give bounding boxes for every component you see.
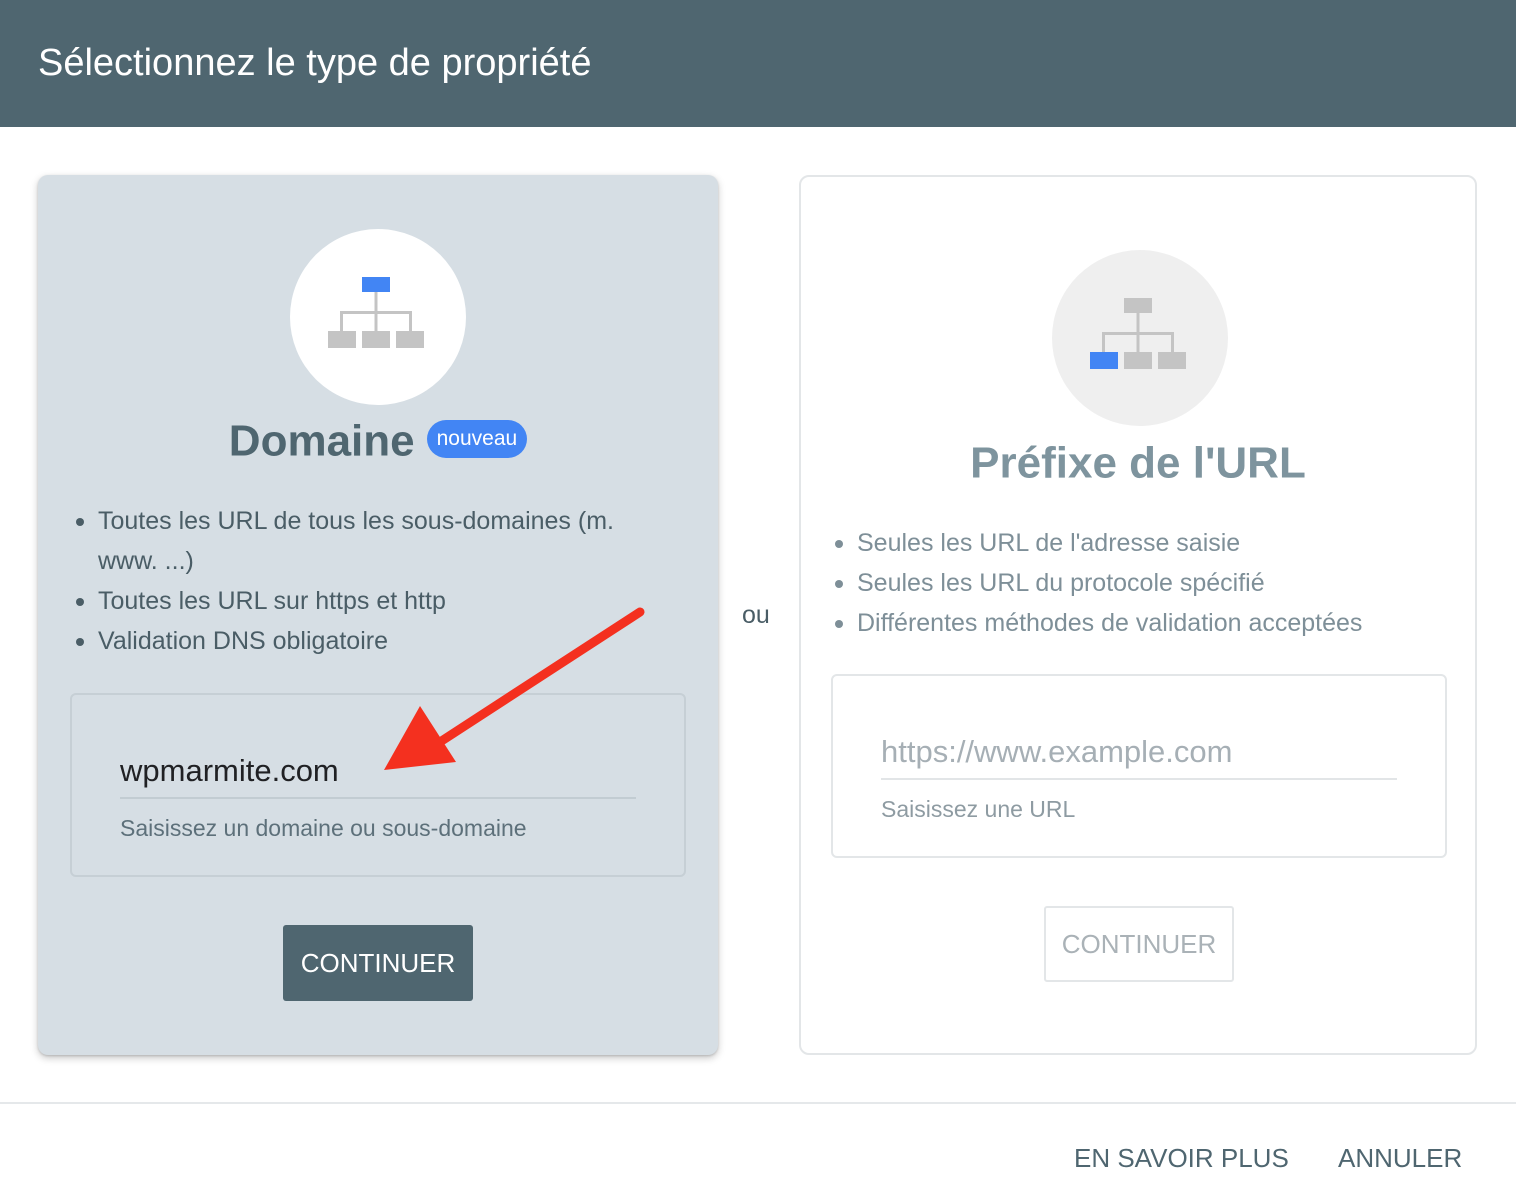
list-item: Validation DNS obligatoire bbox=[74, 621, 674, 661]
dialog-header: Sélectionnez le type de propriété bbox=[0, 0, 1516, 127]
or-separator: ou bbox=[742, 601, 770, 629]
list-item: Toutes les URL de tous les sous-domaines… bbox=[74, 501, 674, 581]
domain-input[interactable]: wpmarmite.com bbox=[120, 749, 636, 799]
learn-more-button[interactable]: EN SAVOIR PLUS bbox=[1074, 1138, 1289, 1178]
domain-icon-circle bbox=[290, 229, 466, 405]
sitemap-icon bbox=[1090, 298, 1186, 369]
domain-title-text: Domaine bbox=[228, 416, 415, 466]
domain-input-box: wpmarmite.com Saisissez un domaine ou so… bbox=[70, 693, 686, 877]
sitemap-icon bbox=[328, 277, 424, 348]
url-input-box: https://www.example.com Saisissez une UR… bbox=[831, 674, 1447, 858]
dialog-title: Sélectionnez le type de propriété bbox=[38, 42, 592, 84]
domain-input-help: Saisissez un domaine ou sous-domaine bbox=[120, 815, 527, 841]
footer-divider bbox=[0, 1102, 1516, 1104]
list-item: Toutes les URL sur https et http bbox=[74, 581, 674, 621]
url-feature-list: Seules les URL de l'adresse saisie Seule… bbox=[833, 523, 1453, 643]
url-continue-button[interactable]: CONTINUER bbox=[1044, 906, 1234, 982]
list-item: Seules les URL de l'adresse saisie bbox=[833, 523, 1453, 563]
url-prefix-property-card[interactable]: Préfixe de l'URL Seules les URL de l'adr… bbox=[799, 175, 1477, 1055]
cancel-button[interactable]: ANNULER bbox=[1338, 1138, 1462, 1178]
list-item: Seules les URL du protocole spécifié bbox=[833, 563, 1453, 603]
domain-card-title: Domaine nouveau bbox=[38, 413, 718, 467]
url-card-title: Préfixe de l'URL bbox=[801, 435, 1475, 489]
new-badge: nouveau bbox=[426, 420, 528, 459]
list-item: Différentes méthodes de validation accep… bbox=[833, 603, 1453, 643]
url-title-text: Préfixe de l'URL bbox=[970, 438, 1306, 488]
domain-continue-button[interactable]: CONTINUER bbox=[283, 925, 473, 1001]
url-input[interactable]: https://www.example.com bbox=[881, 730, 1397, 780]
domain-feature-list: Toutes les URL de tous les sous-domaines… bbox=[74, 501, 674, 661]
url-icon-circle bbox=[1052, 250, 1228, 426]
domain-property-card[interactable]: Domaine nouveau Toutes les URL de tous le… bbox=[38, 175, 718, 1055]
url-input-help: Saisissez une URL bbox=[881, 796, 1076, 822]
